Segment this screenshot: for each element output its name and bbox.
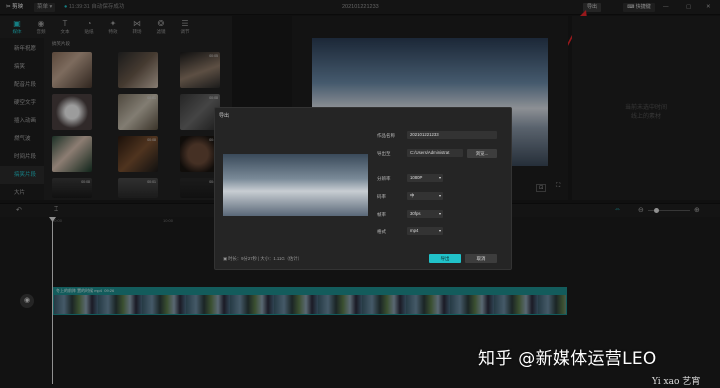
browse-button[interactable]: 浏览... [467, 149, 497, 158]
fps-label: 帧率 [377, 212, 386, 217]
film-icon: ▣ [223, 256, 228, 261]
app-window: ✂ 剪映 菜单 ▾ ● 11:39:31 自动保存成功 202101221233… [0, 0, 720, 388]
format-label: 格式 [377, 229, 386, 234]
watermark: 知乎 @新媒体运营LEO [478, 349, 657, 369]
cancel-button[interactable]: 取消 [465, 254, 497, 263]
name-field[interactable]: 202101221233 [407, 131, 497, 139]
bitrate-label: 码率 [377, 194, 386, 199]
resolution-label: 分辨率 [377, 176, 391, 181]
format-select[interactable]: mp4 ▾ [407, 227, 443, 235]
fps-select[interactable]: 30fps ▾ [407, 210, 443, 218]
path-field[interactable]: C:/Users/Administrat [407, 149, 463, 157]
confirm-export-button[interactable]: 导出 [429, 254, 461, 263]
bitrate-select[interactable]: 中 ▾ [407, 192, 443, 200]
dialog-title: 导出 [219, 113, 230, 119]
export-preview [223, 154, 368, 216]
corner-logo: Yi xao 艺宵 [652, 377, 701, 387]
export-info: ▣ 时长：9分27秒 | 大小：1.11G（估计） [223, 256, 302, 261]
export-dialog: 导出 作品名称 202101221233 导出至 C:/Users/Admini… [214, 107, 512, 270]
resolution-select[interactable]: 1080P ▾ [407, 174, 443, 182]
path-label: 导出至 [377, 151, 391, 156]
name-label: 作品名称 [377, 133, 395, 138]
